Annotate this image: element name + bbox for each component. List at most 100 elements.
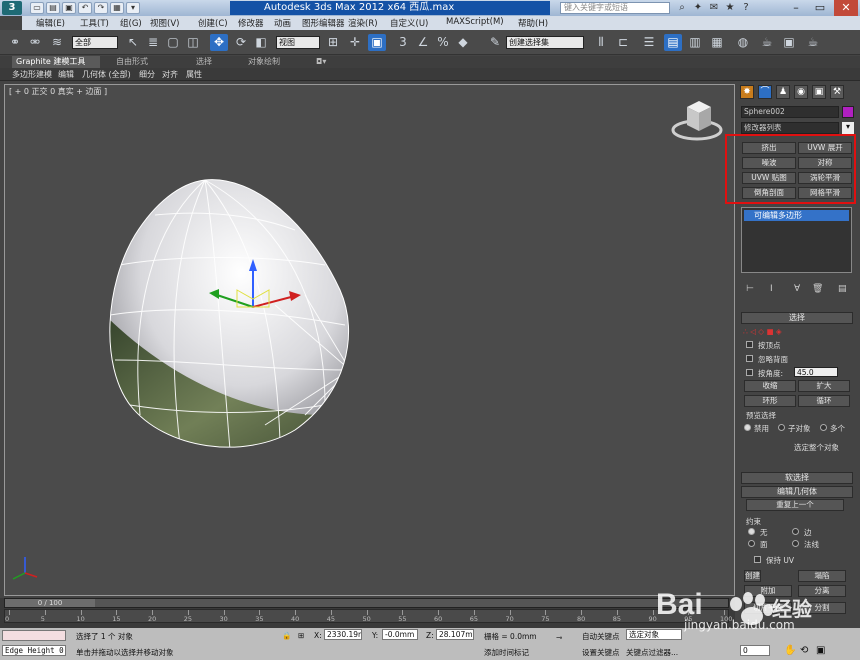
select-object-icon[interactable]: ↖ [124,34,142,51]
help-icon[interactable]: ? [738,1,754,15]
select-and-manipulate-icon[interactable]: ✛ [346,34,364,51]
menu-item-7[interactable]: 图形编辑器 [302,17,345,29]
graphite-toggle-icon[interactable]: ▤ [664,34,682,51]
align-icon[interactable]: ⊏ [614,34,632,51]
x-coord-field[interactable]: 2330.19mm [324,629,362,640]
close-button[interactable]: ✕ [834,0,858,16]
ribbon-align[interactable]: 对齐 [162,69,178,80]
reference-coordinate-dropdown[interactable]: 视图 [276,36,320,49]
menu-item-10[interactable]: MAXScript(M) [446,17,504,27]
tab-object-paint[interactable]: 对象绘制 [244,56,284,68]
project-folder-icon[interactable]: ▦ [110,2,124,14]
new-file-icon[interactable]: ▭ [30,2,44,14]
time-slider[interactable]: 0 / 100 [4,598,729,608]
bind-space-warp-icon[interactable]: ≋ [48,34,66,51]
percent-snap-icon[interactable]: % [434,34,452,51]
modifier-stack[interactable]: 可编辑多边形 [741,207,852,273]
orbit-icon[interactable]: ⟲ [800,645,808,656]
create-button[interactable]: 创建 [744,570,761,582]
tab-freeform[interactable]: 自由形式 [112,56,152,68]
utilities-tab-icon[interactable]: ⚒ [830,85,844,99]
maximize-viewport-icon[interactable]: ▣ [816,645,825,656]
preview-disabled-radio[interactable] [744,424,751,431]
constraint-edge-radio[interactable] [792,528,799,535]
rollout-edit-geometry[interactable]: 编辑几何体 [741,486,853,498]
shrink-button[interactable]: 收缩 [744,380,796,392]
redo-icon[interactable]: ↷ [94,2,108,14]
mirror-icon[interactable]: ⫴ [592,34,610,51]
tab-graphite-modeling[interactable]: Graphite 建模工具 [12,56,100,68]
constraint-none-radio[interactable] [748,528,755,535]
maxscript-input[interactable]: Edge Height 0.1 [2,645,66,656]
key-icon[interactable]: ⊸ [556,633,562,642]
watermelon-mesh[interactable] [95,179,365,485]
menu-item-11[interactable]: 帮助(H) [518,17,548,29]
track-bar[interactable]: 0 5 10 15 20 25 30 35 40 45 50 55 60 65 70 75 80 85 90 95 10… [4,609,732,623]
ribbon-geometry-all[interactable]: 几何体 (全部) [82,69,131,80]
search-icon[interactable]: ⌕ [674,1,690,15]
menu-item-2[interactable]: 组(G) [120,17,142,29]
schematic-view-icon[interactable]: ▦ [708,34,726,51]
viewcube-icon[interactable] [671,101,723,141]
constraint-normal-radio[interactable] [792,540,799,547]
create-tab-icon[interactable]: ✸ [740,85,754,99]
y-coord-field[interactable]: -0.0mm [382,629,418,640]
select-by-name-icon[interactable]: ≣ [144,34,162,51]
rollout-selection[interactable]: 选择 [741,312,853,324]
undo-icon[interactable]: ↶ [78,2,92,14]
edit-named-selection-icon[interactable]: ✎ [486,34,504,51]
link-icon[interactable]: ⚭ [6,34,24,51]
open-file-icon[interactable]: ▤ [46,2,60,14]
rollout-soft-selection[interactable]: 软选择 [741,472,853,484]
menu-item-3[interactable]: 视图(V) [150,17,179,29]
key-filters-button[interactable]: 关键点过滤器... [626,647,678,658]
material-editor-icon[interactable]: ◍ [734,34,752,51]
modifier-list-dropdown[interactable]: 修改器列表 [741,122,839,134]
communication-icon[interactable]: ✉ [706,1,722,15]
stack-item-editable-poly[interactable]: 可编辑多边形 [744,210,849,221]
selection-filter-dropdown[interactable]: 全部 [72,36,118,49]
maxscript-listener-mini[interactable] [2,630,66,641]
favorites-icon[interactable]: ★ [722,1,738,15]
make-unique-icon[interactable]: ∀ [794,284,800,294]
curve-editor-icon[interactable]: ▥ [686,34,704,51]
grow-button[interactable]: 扩大 [798,380,850,392]
add-time-tag[interactable]: 添加时间标记 [484,647,529,658]
loop-button[interactable]: 循环 [798,395,850,407]
object-name-field[interactable]: Sphere002 [741,106,839,118]
remove-modifier-icon[interactable]: 🗑 [812,284,823,294]
keyboard-shortcut-override-icon[interactable]: ▣ [368,34,386,51]
minimize-button[interactable]: – [784,0,808,16]
time-slider-thumb[interactable]: 0 / 100 [5,599,95,607]
select-and-move-icon[interactable]: ✥ [210,34,228,51]
maximize-button[interactable]: ▭ [808,0,832,16]
menu-item-5[interactable]: 修改器 [238,17,264,29]
menu-item-9[interactable]: 自定义(U) [390,17,428,29]
preview-multi-radio[interactable] [820,424,827,431]
app-logo-icon[interactable]: 3 [2,1,22,15]
hierarchy-tab-icon[interactable]: ♟ [776,85,790,99]
subobject-icons[interactable]: ∴ ◁ ◇ ■ ◈ [743,327,782,336]
ribbon-edit[interactable]: 编辑 [58,69,74,80]
rectangular-selection-icon[interactable]: ▢ [164,34,182,51]
absolute-mode-icon[interactable]: ⊞ [298,631,304,640]
collapse-button[interactable]: 塌陷 [798,570,846,582]
window-crossing-icon[interactable]: ◫ [184,34,202,51]
quick-access-dropdown-icon[interactable]: ▾ [126,2,140,14]
by-angle-checkbox[interactable] [746,369,753,376]
show-end-result-icon[interactable]: Ⅰ [770,284,773,294]
motion-tab-icon[interactable]: ◉ [794,85,808,99]
select-and-scale-icon[interactable]: ◧ [252,34,270,51]
layer-manager-icon[interactable]: ☰ [640,34,658,51]
angle-value-field[interactable]: 45.0 [794,367,838,377]
preserve-uv-checkbox[interactable] [754,556,761,563]
menu-item-8[interactable]: 渲染(R) [348,17,378,29]
modify-tab-icon[interactable]: ⌒ [758,85,772,99]
pivot-center-icon[interactable]: ⊞ [324,34,342,51]
search-input[interactable]: 键入关键字或短语 [560,2,670,14]
set-key-button[interactable]: 设置关键点 [582,647,620,658]
render-production-icon[interactable]: ☕ [804,34,822,51]
menu-item-6[interactable]: 动画 [274,17,291,29]
display-tab-icon[interactable]: ▣ [812,85,826,99]
preview-subobject-radio[interactable] [778,424,785,431]
